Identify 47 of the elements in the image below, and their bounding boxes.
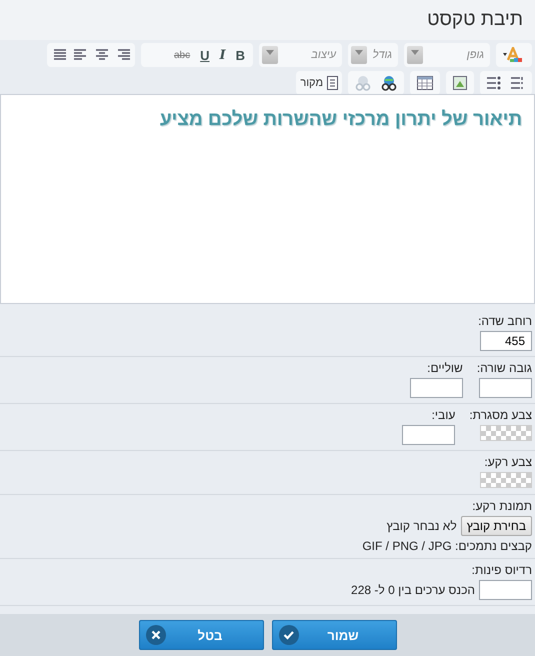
text-editor[interactable]: תיאור של יתרון מרכזי שהשרות שלכם מציע [0,94,535,304]
italic-button[interactable]: I [216,45,230,65]
align-right-icon[interactable] [116,49,130,61]
field-label: צבע מסגרת: [469,408,532,422]
choose-file-button[interactable]: בחירת קובץ [460,516,532,536]
field-label: רדיוס פינות: [472,563,532,577]
field-label: תמונת רקע: [472,499,532,513]
field-label: עובי: [432,408,456,422]
dropdown-select[interactable]: גודל [348,43,398,67]
window-title: תיבת טקסט [427,9,523,31]
editor-heading: תיאור של יתרון מרכזי שהשרות שלכם מציע [160,109,522,130]
link-icon[interactable] [381,75,397,91]
field-label: צבע רקע: [484,455,532,469]
align-center-icon[interactable] [94,49,108,61]
input-field[interactable]: 455 [480,331,532,351]
dropdown-arrow-icon [266,50,274,55]
file-status: לא נבחר קובץ [386,519,457,533]
save-button[interactable]: שמור [272,620,396,650]
cancel-button[interactable]: בטל [138,620,264,650]
dropdown-select[interactable]: גופן [404,43,490,67]
table-icon[interactable] [417,76,433,90]
range-hint: הכנס ערכים בין 0 ל- 228 [351,583,475,597]
align-left-icon[interactable] [74,49,88,61]
input-field[interactable] [479,580,532,600]
close-icon [146,625,166,645]
field-label: שוליים: [427,361,463,375]
input-field[interactable] [479,378,532,398]
bold-button[interactable]: B [232,45,249,65]
numbered-list-icon[interactable] [511,76,525,90]
justify-icon[interactable] [52,49,66,61]
image-icon[interactable] [453,76,467,90]
color-swatch[interactable] [480,472,532,488]
dropdown-arrow-icon [355,50,363,55]
bullet-list-icon[interactable] [487,76,501,90]
source-button[interactable]: מקור [296,71,342,95]
input-field[interactable] [410,378,463,398]
file-types-note: קבצים נתמכים: GIF / PNG / JPG [362,539,532,553]
input-field[interactable] [402,425,456,445]
field-label: רוחב שדה: [478,314,532,328]
checkmark-icon [278,625,298,645]
dropdown-arrow-icon [411,50,419,55]
strike-button[interactable]: abc [170,45,194,65]
document-icon [327,76,338,90]
field-label: גובה שורה: [476,361,532,375]
dropdown-select[interactable]: עיצוב [259,43,342,67]
color-swatch[interactable] [480,425,532,441]
underline-button[interactable]: U [196,45,214,65]
